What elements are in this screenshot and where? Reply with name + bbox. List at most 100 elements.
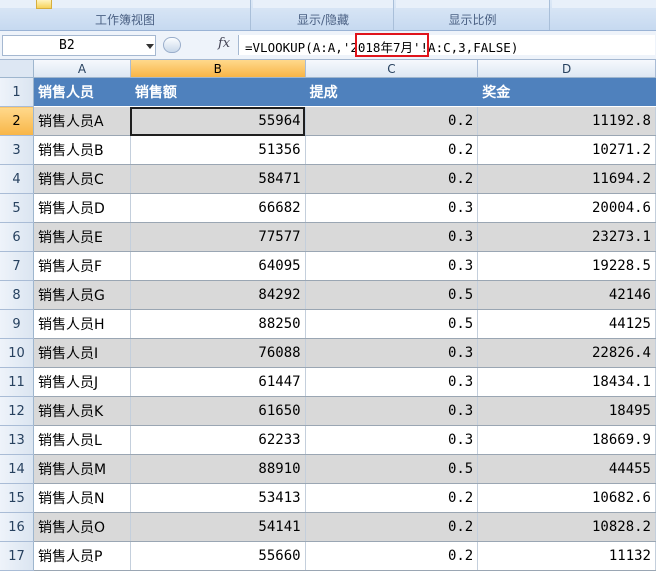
cell-rate[interactable]: 0.2 <box>305 483 479 513</box>
table-row: 11 销售人员J 61447 0.3 18434.1 <box>0 367 656 397</box>
cell-salesperson[interactable]: 销售人员J <box>33 367 131 397</box>
cell-bonus[interactable]: 20004.6 <box>477 193 656 223</box>
column-header-a[interactable]: A <box>33 60 131 78</box>
formula-input[interactable]: =VLOOKUP(A:A,'2018年7月'!A:C,3,FALSE) <box>238 35 655 55</box>
cell-salesperson[interactable]: 销售人员K <box>33 396 131 426</box>
cell-rate[interactable]: 0.5 <box>305 454 479 484</box>
cell-salesperson[interactable]: 销售人员L <box>33 425 131 455</box>
cell-sales[interactable]: 55660 <box>130 541 306 571</box>
ribbon-group-buttons-area[interactable] <box>253 0 393 8</box>
cell-bonus[interactable]: 22826.4 <box>477 338 656 368</box>
cell-bonus[interactable]: 10682.6 <box>477 483 656 513</box>
cell-sales[interactable]: 55964 <box>130 106 306 136</box>
cell-sales[interactable]: 61447 <box>130 367 306 397</box>
cell-salesperson[interactable]: 销售人员I <box>33 338 131 368</box>
cell-salesperson[interactable]: 销售人员B <box>33 135 131 165</box>
cell-sales[interactable]: 88910 <box>130 454 306 484</box>
column-header-d[interactable]: D <box>477 60 656 78</box>
cell-salesperson[interactable]: 销售人员H <box>33 309 131 339</box>
ribbon-group-buttons-area[interactable] <box>552 0 656 8</box>
row-header[interactable]: 10 <box>0 338 34 368</box>
cell-sales[interactable]: 61650 <box>130 396 306 426</box>
cell-salesperson[interactable]: 销售人员G <box>33 280 131 310</box>
cell-sales[interactable]: 58471 <box>130 164 306 194</box>
cell-rate[interactable]: 0.3 <box>305 338 479 368</box>
cell-rate[interactable]: 0.3 <box>305 222 479 252</box>
cell-bonus[interactable]: 18434.1 <box>477 367 656 397</box>
name-box[interactable]: B2 <box>2 35 156 56</box>
row-header[interactable]: 9 <box>0 309 34 339</box>
cell-bonus[interactable]: 44455 <box>477 454 656 484</box>
header-cell-sales[interactable]: 销售额 <box>130 77 306 107</box>
select-all-corner[interactable] <box>0 60 34 78</box>
cell-sales[interactable]: 54141 <box>130 512 306 542</box>
page-layout-view-icon[interactable] <box>36 0 52 9</box>
cell-rate[interactable]: 0.2 <box>305 541 479 571</box>
cell-salesperson[interactable]: 销售人员N <box>33 483 131 513</box>
row-header[interactable]: 14 <box>0 454 34 484</box>
cell-rate[interactable]: 0.2 <box>305 135 479 165</box>
cell-bonus[interactable]: 10271.2 <box>477 135 656 165</box>
row-header[interactable]: 3 <box>0 135 34 165</box>
row-header[interactable]: 4 <box>0 164 34 194</box>
cell-sales[interactable]: 64095 <box>130 251 306 281</box>
cell-bonus[interactable]: 23273.1 <box>477 222 656 252</box>
cell-bonus[interactable]: 19228.5 <box>477 251 656 281</box>
cell-bonus[interactable]: 44125 <box>477 309 656 339</box>
column-header-b[interactable]: B <box>130 60 306 78</box>
cell-rate[interactable]: 0.3 <box>305 193 479 223</box>
header-cell-bonus[interactable]: 奖金 <box>477 77 656 107</box>
cell-bonus[interactable]: 11192.8 <box>477 106 656 136</box>
cell-salesperson[interactable]: 销售人员F <box>33 251 131 281</box>
cell-rate[interactable]: 0.3 <box>305 367 479 397</box>
cell-salesperson[interactable]: 销售人员M <box>33 454 131 484</box>
cell-salesperson[interactable]: 销售人员P <box>33 541 131 571</box>
column-header-c[interactable]: C <box>305 60 479 78</box>
row-header[interactable]: 15 <box>0 483 34 513</box>
cell-bonus[interactable]: 18495 <box>477 396 656 426</box>
cell-rate[interactable]: 0.2 <box>305 164 479 194</box>
cell-sales[interactable]: 84292 <box>130 280 306 310</box>
row-header[interactable]: 1 <box>0 77 34 107</box>
cell-bonus[interactable]: 11132 <box>477 541 656 571</box>
row-header[interactable]: 12 <box>0 396 34 426</box>
cell-rate[interactable]: 0.3 <box>305 396 479 426</box>
row-header[interactable]: 2 <box>0 106 34 136</box>
cell-sales[interactable]: 53413 <box>130 483 306 513</box>
cell-salesperson[interactable]: 销售人员D <box>33 193 131 223</box>
cell-sales[interactable]: 88250 <box>130 309 306 339</box>
header-cell-rate[interactable]: 提成 <box>305 77 479 107</box>
row-header[interactable]: 13 <box>0 425 34 455</box>
cell-rate[interactable]: 0.2 <box>305 106 479 136</box>
row-header[interactable]: 8 <box>0 280 34 310</box>
cell-rate[interactable]: 0.5 <box>305 280 479 310</box>
cell-bonus[interactable]: 18669.9 <box>477 425 656 455</box>
chevron-down-icon[interactable] <box>146 44 154 49</box>
cell-sales[interactable]: 76088 <box>130 338 306 368</box>
row-header[interactable]: 17 <box>0 541 34 571</box>
cell-salesperson[interactable]: 销售人员E <box>33 222 131 252</box>
cell-rate[interactable]: 0.3 <box>305 251 479 281</box>
cell-rate[interactable]: 0.5 <box>305 309 479 339</box>
row-header[interactable]: 6 <box>0 222 34 252</box>
cell-bonus[interactable]: 11694.2 <box>477 164 656 194</box>
cell-salesperson[interactable]: 销售人员O <box>33 512 131 542</box>
ribbon-group-buttons-area[interactable] <box>396 0 549 8</box>
cell-sales[interactable]: 62233 <box>130 425 306 455</box>
cell-sales[interactable]: 66682 <box>130 193 306 223</box>
cell-rate[interactable]: 0.2 <box>305 512 479 542</box>
row-header[interactable]: 5 <box>0 193 34 223</box>
insert-function-icon[interactable]: fx <box>218 36 230 51</box>
row-header[interactable]: 11 <box>0 367 34 397</box>
cell-sales[interactable]: 77577 <box>130 222 306 252</box>
formula-bar-resize-handle[interactable] <box>163 37 181 53</box>
cell-rate[interactable]: 0.3 <box>305 425 479 455</box>
row-header[interactable]: 7 <box>0 251 34 281</box>
header-cell-salesperson[interactable]: 销售人员 <box>33 77 131 107</box>
cell-sales[interactable]: 51356 <box>130 135 306 165</box>
cell-bonus[interactable]: 42146 <box>477 280 656 310</box>
cell-salesperson[interactable]: 销售人员C <box>33 164 131 194</box>
cell-salesperson[interactable]: 销售人员A <box>33 106 131 136</box>
row-header[interactable]: 16 <box>0 512 34 542</box>
cell-bonus[interactable]: 10828.2 <box>477 512 656 542</box>
